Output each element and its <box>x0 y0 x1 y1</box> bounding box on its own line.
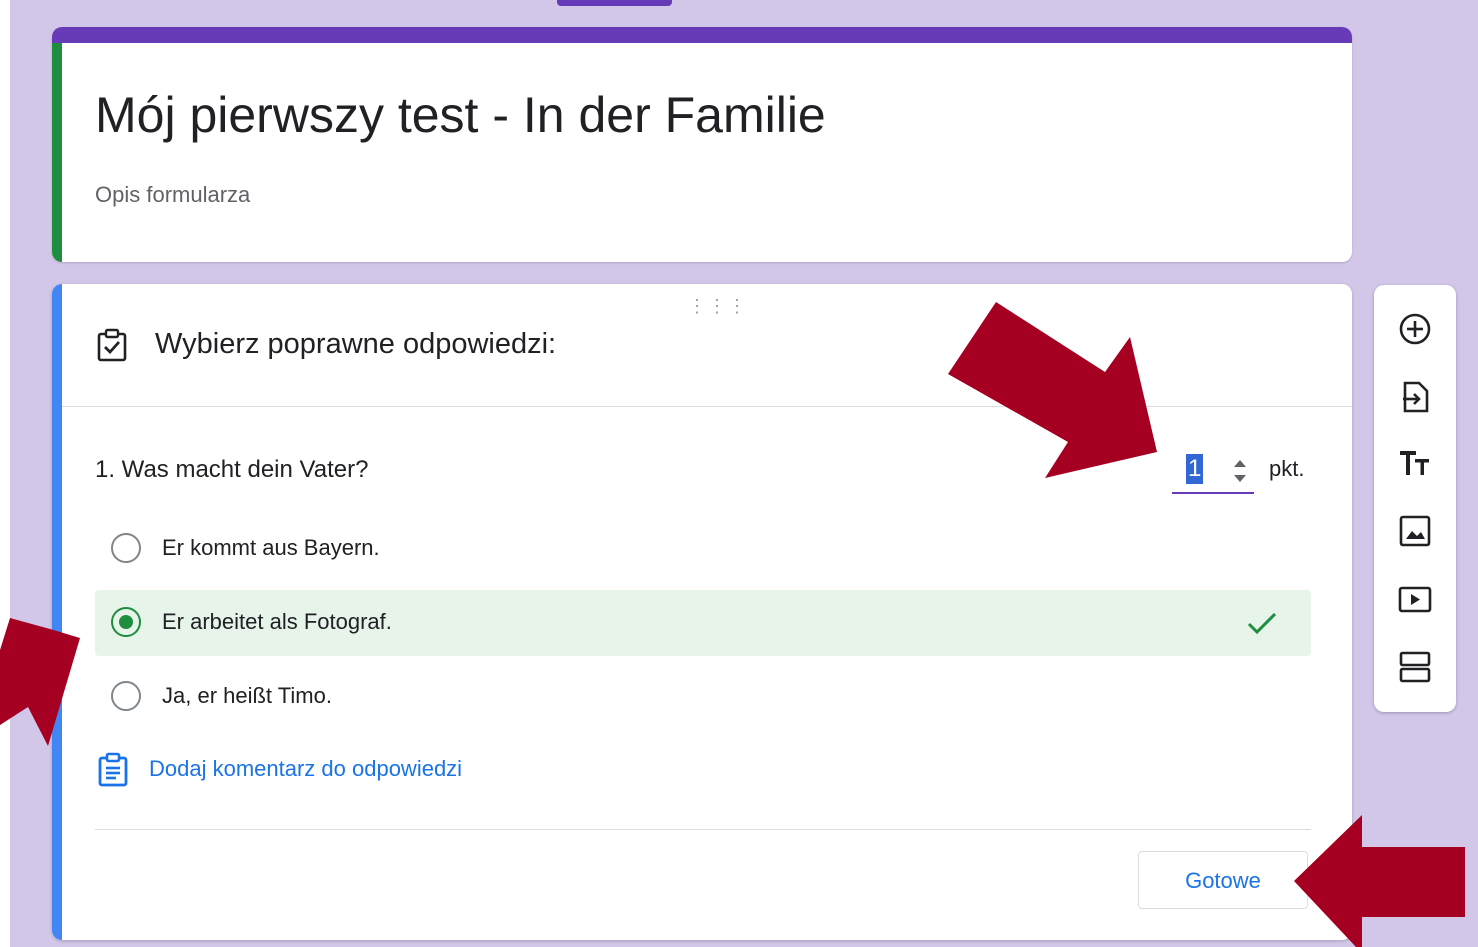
feedback-icon <box>98 752 128 787</box>
add-title-button[interactable] <box>1395 443 1435 483</box>
side-toolbar <box>1374 285 1456 712</box>
import-questions-icon <box>1403 381 1429 413</box>
add-video-icon <box>1398 586 1432 613</box>
theme-bar <box>52 27 1352 43</box>
answer-option[interactable]: Er kommt aus Bayern. <box>95 516 1311 582</box>
option-label: Er kommt aus Bayern. <box>162 535 380 560</box>
tab-indicator <box>557 0 672 6</box>
add-title-icon <box>1400 451 1429 475</box>
points-stepper-icon[interactable] <box>1230 456 1250 486</box>
header-divider <box>62 406 1352 407</box>
points-field[interactable]: 1 pkt. <box>1172 450 1352 496</box>
footer-divider <box>95 829 1311 830</box>
answer-key-header: Wybierz poprawne odpowiedzi: <box>155 328 557 360</box>
add-section-icon <box>1399 651 1431 683</box>
drag-handle-icon[interactable]: ⋮⋮⋮ <box>688 296 748 317</box>
import-questions-button[interactable] <box>1395 377 1435 417</box>
radio-button[interactable] <box>111 533 141 563</box>
points-input[interactable]: 1 <box>1172 450 1254 494</box>
radio-button[interactable] <box>111 681 141 711</box>
question-text: 1. Was macht dein Vater? <box>95 456 369 483</box>
header-focus-bar <box>52 43 62 262</box>
done-button[interactable]: Gotowe <box>1138 851 1308 909</box>
answer-option-correct[interactable]: Er arbeitet als Fotograf. <box>95 590 1311 656</box>
feedback-link-label[interactable]: Dodaj komentarz do odpowiedzi <box>149 756 462 782</box>
form-header-card: Mój pierwszy test - In der Familie Opis … <box>52 27 1352 262</box>
left-edge <box>0 0 10 947</box>
add-video-button[interactable] <box>1395 579 1435 619</box>
form-title[interactable]: Mój pierwszy test - In der Familie <box>95 85 826 145</box>
add-section-button[interactable] <box>1395 647 1435 687</box>
add-question-button[interactable] <box>1395 309 1435 349</box>
add-question-icon <box>1399 313 1431 345</box>
points-unit: pkt. <box>1269 456 1305 481</box>
add-image-button[interactable] <box>1395 511 1435 551</box>
points-value[interactable]: 1 <box>1186 454 1204 484</box>
answer-key-icon <box>97 328 127 362</box>
option-label: Er arbeitet als Fotograf. <box>162 609 392 634</box>
question-card: ⋮⋮⋮ Wybierz poprawne odpowiedzi: 1. Was … <box>52 284 1352 940</box>
checkmark-icon <box>1247 612 1277 635</box>
radio-button-selected[interactable] <box>111 607 141 637</box>
answer-option[interactable]: Ja, er heißt Timo. <box>95 664 1311 730</box>
question-focus-bar <box>52 284 62 940</box>
add-image-icon <box>1399 515 1431 547</box>
form-description[interactable]: Opis formularza <box>95 182 250 208</box>
option-label: Ja, er heißt Timo. <box>162 683 332 708</box>
